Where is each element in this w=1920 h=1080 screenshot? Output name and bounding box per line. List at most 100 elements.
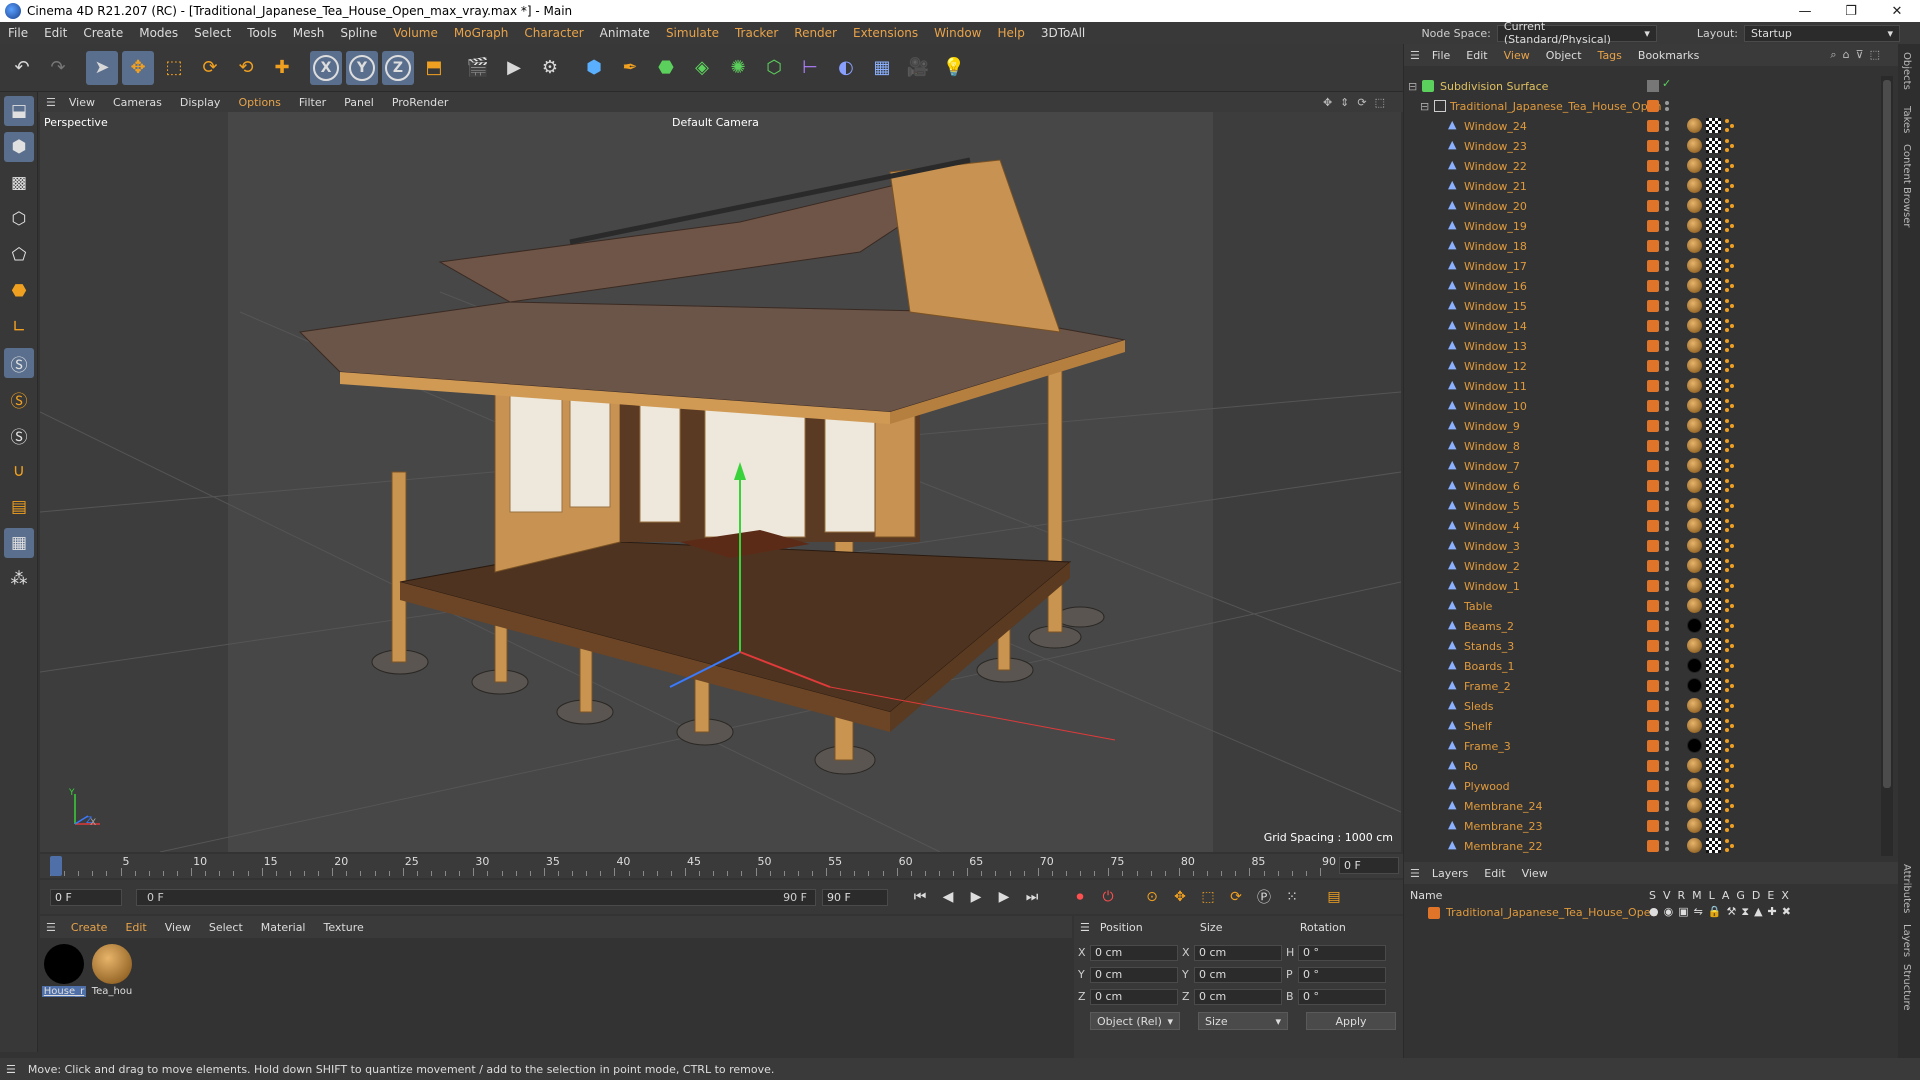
material-tag-icon[interactable] (1687, 758, 1702, 773)
layer-flag-header[interactable]: M (1692, 889, 1702, 902)
close-button[interactable]: ✕ (1874, 0, 1920, 22)
phong-tag-icon[interactable] (1725, 539, 1739, 553)
timeline-ruler[interactable]: 051015202530354045505560657075808590 0 F (40, 854, 1403, 878)
phong-tag-icon[interactable] (1725, 119, 1739, 133)
material-tag-icon[interactable] (1687, 538, 1702, 553)
select-tool-button[interactable]: ➤ (86, 50, 118, 85)
visibility-dots-icon[interactable] (1665, 821, 1669, 831)
material-menu-create[interactable]: Create (62, 921, 117, 934)
position-z-field[interactable]: 0 cm (1090, 988, 1178, 1005)
object-row[interactable]: ▲ Window_1 (1404, 576, 1884, 596)
viewport-menu-options[interactable]: Options (229, 96, 289, 109)
phong-tag-icon[interactable] (1725, 199, 1739, 213)
recent-tools-button[interactable]: ⟲ (230, 51, 262, 85)
uvw-tag-icon[interactable] (1706, 698, 1721, 713)
object-row[interactable]: ▲ Shelf (1404, 716, 1884, 736)
menu-spline[interactable]: Spline (332, 26, 385, 40)
material-tag-icon[interactable] (1687, 638, 1702, 653)
uvw-tag-icon[interactable] (1706, 598, 1721, 613)
object-row[interactable]: ▲ Window_22 (1404, 156, 1884, 176)
layer-color-icon[interactable] (1647, 800, 1659, 812)
material-tag-icon[interactable] (1687, 158, 1702, 173)
object-row[interactable]: ▲ Window_16 (1404, 276, 1884, 296)
visibility-dots-icon[interactable] (1665, 501, 1669, 511)
layer-flag-header[interactable]: X (1781, 889, 1789, 902)
phong-tag-icon[interactable] (1725, 559, 1739, 573)
side-tab-attributes[interactable]: Attributes (1901, 864, 1912, 913)
object-row[interactable]: ▲ Window_12 (1404, 356, 1884, 376)
object-row[interactable]: ▲ Membrane_23 (1404, 816, 1884, 836)
node-space-dropdown[interactable]: Current (Standard/Physical) ▾ (1496, 20, 1657, 46)
material-menu-select[interactable]: Select (200, 921, 252, 934)
visibility-dots-icon[interactable] (1665, 161, 1669, 171)
material-tag-icon[interactable] (1687, 398, 1702, 413)
key-scale-button[interactable]: ⬚ (1196, 885, 1220, 909)
go-to-start-button[interactable]: ⏮ (908, 885, 932, 909)
object-list-scrollbar[interactable] (1881, 76, 1893, 856)
visibility-dots-icon[interactable] (1665, 521, 1669, 531)
layer-color-icon[interactable] (1647, 320, 1659, 332)
auto-key-button[interactable]: ⏻ (1096, 885, 1120, 909)
material-menu-view[interactable]: View (156, 921, 200, 934)
phong-tag-icon[interactable] (1725, 599, 1739, 613)
menu-modes[interactable]: Modes (131, 26, 186, 40)
layer-color-icon[interactable] (1647, 100, 1659, 112)
size-y-field[interactable]: 0 cm (1194, 966, 1282, 983)
uvw-tag-icon[interactable] (1706, 578, 1721, 593)
om-menu-tags[interactable]: Tags (1590, 49, 1630, 62)
menu-select[interactable]: Select (186, 26, 239, 40)
layer-color-icon[interactable] (1647, 560, 1659, 572)
layer-color-icon[interactable] (1647, 820, 1659, 832)
material-tag-icon[interactable] (1687, 118, 1702, 133)
viewport-menu-prorender[interactable]: ProRender (383, 96, 458, 109)
layer-color-icon[interactable] (1647, 640, 1659, 652)
layer-flag-header[interactable]: V (1663, 889, 1671, 902)
object-row[interactable]: ▲ Frame_3 (1404, 736, 1884, 756)
layer-color-icon[interactable] (1647, 340, 1659, 352)
undo-button[interactable]: ↶ (6, 51, 38, 85)
phong-tag-icon[interactable] (1725, 179, 1739, 193)
visibility-dots-icon[interactable] (1665, 461, 1669, 471)
visibility-dots-icon[interactable] (1665, 101, 1669, 111)
restore-button[interactable]: ❐ (1828, 0, 1874, 22)
material-menu-edit[interactable]: Edit (116, 921, 155, 934)
uvw-tag-icon[interactable] (1706, 738, 1721, 753)
layer-color-icon[interactable] (1647, 280, 1659, 292)
rotation-p-field[interactable]: 0 ° (1298, 966, 1386, 983)
checkmark-icon[interactable]: ✓ (1662, 77, 1671, 90)
material-tag-icon[interactable] (1687, 438, 1702, 453)
layer-flag-header[interactable]: E (1767, 889, 1774, 902)
side-tab-objects[interactable]: Objects (1901, 52, 1912, 90)
grid-plane-button[interactable]: ▤ (4, 492, 34, 522)
viewport-nav-icons[interactable]: ✥⇕⟳⬚ (1323, 96, 1393, 109)
hamburger-icon[interactable]: ☰ (6, 1063, 16, 1076)
uvw-tag-icon[interactable] (1706, 158, 1721, 173)
uvw-tag-icon[interactable] (1706, 178, 1721, 193)
object-row[interactable]: ▲ Window_13 (1404, 336, 1884, 356)
object-row[interactable]: ▲ Table (1404, 596, 1884, 616)
viewport-menu-display[interactable]: Display (171, 96, 230, 109)
object-row[interactable]: ▲ Window_9 (1404, 416, 1884, 436)
visibility-dots-icon[interactable] (1665, 721, 1669, 731)
material-menu-material[interactable]: Material (252, 921, 315, 934)
visibility-dots-icon[interactable] (1665, 481, 1669, 491)
object-row[interactable]: ▲ Membrane_24 (1404, 796, 1884, 816)
visibility-dots-icon[interactable] (1665, 841, 1669, 851)
layer-color-icon[interactable] (1647, 140, 1659, 152)
texture-mode-button[interactable]: ▩ (4, 168, 34, 198)
field-button[interactable]: ◐ (830, 51, 862, 85)
coordinate-system-button[interactable]: ⬒ (418, 51, 450, 85)
layer-color-icon[interactable] (1647, 420, 1659, 432)
viewport-menu-cameras[interactable]: Cameras (104, 96, 171, 109)
material-tag-icon[interactable] (1687, 378, 1702, 393)
render-settings-button[interactable]: ⚙ (534, 51, 566, 85)
uvw-tag-icon[interactable] (1706, 378, 1721, 393)
visibility-dots-icon[interactable] (1665, 581, 1669, 591)
end-frame-field[interactable]: 90 F (822, 888, 888, 906)
floor-button[interactable]: ▦ (866, 51, 898, 85)
material-tag-icon[interactable] (1687, 298, 1702, 313)
material-tag-icon[interactable] (1687, 418, 1702, 433)
layer-color-icon[interactable] (1647, 520, 1659, 532)
visibility-dots-icon[interactable] (1665, 361, 1669, 371)
object-row[interactable]: ▲ Window_10 (1404, 396, 1884, 416)
